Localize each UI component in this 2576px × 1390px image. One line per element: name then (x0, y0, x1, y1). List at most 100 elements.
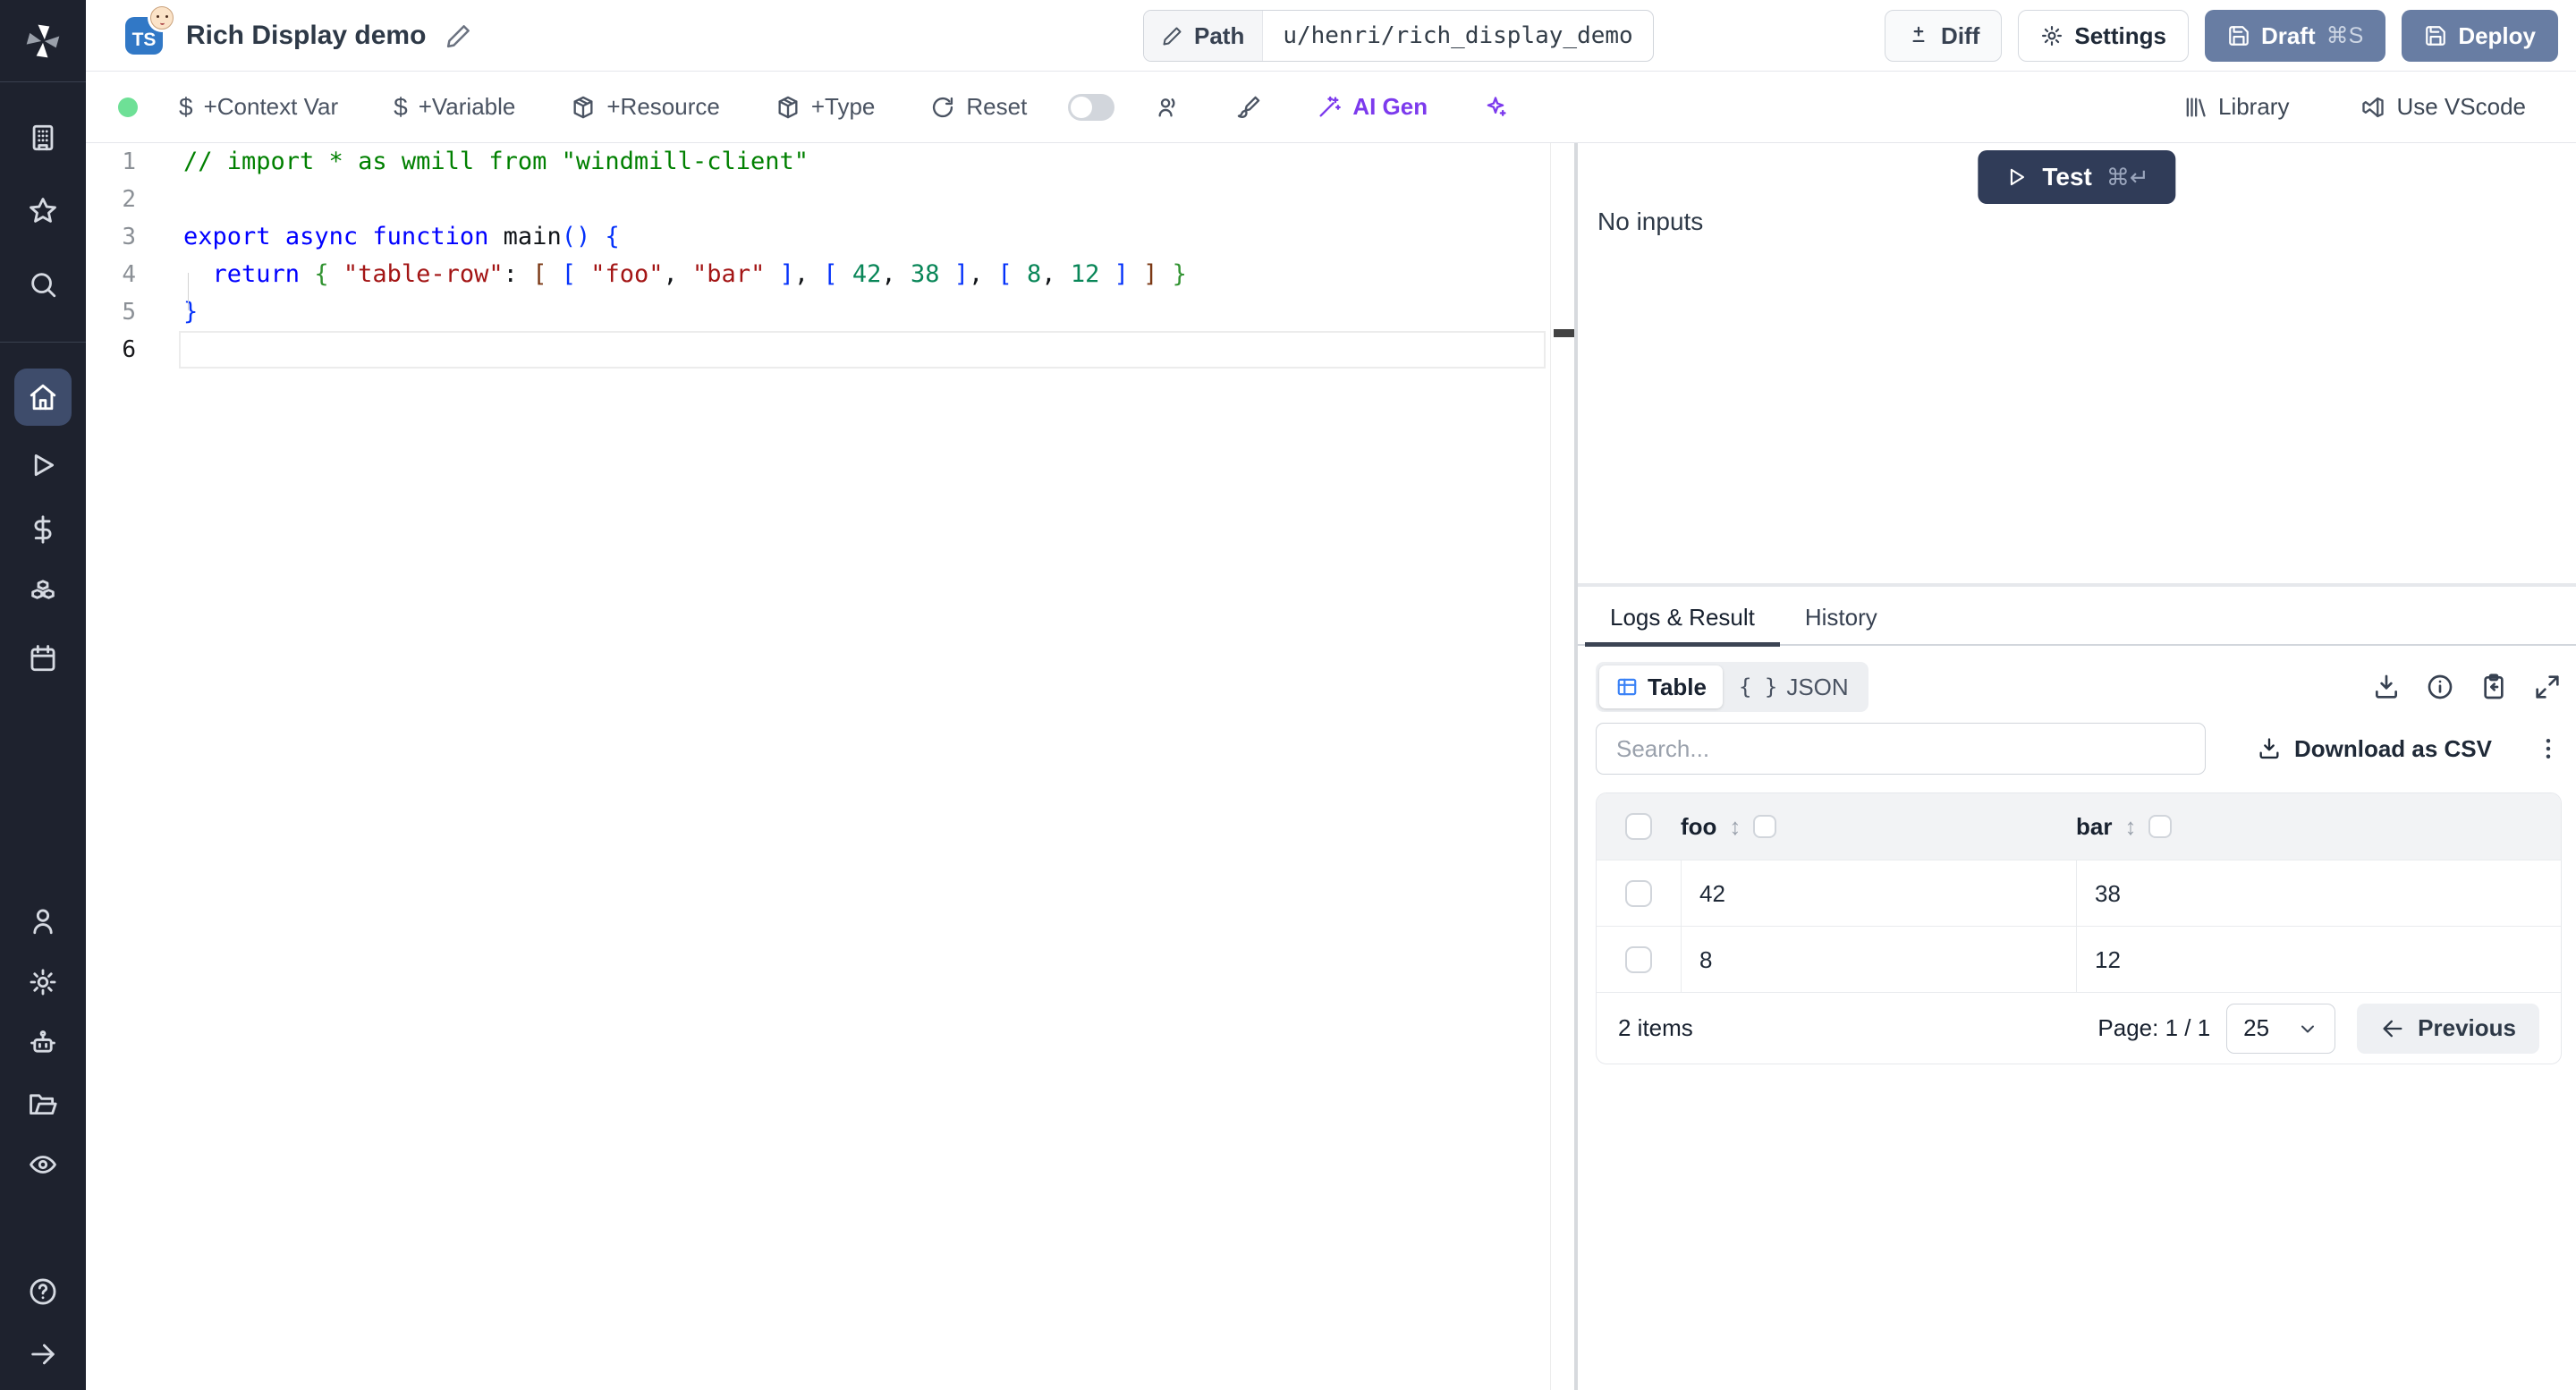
editor-toolbar: $ +Context Var $ +Variable +Resource +Ty… (86, 72, 2576, 143)
table-row: 42 38 (1597, 860, 2561, 927)
draft-shortcut: ⌘S (2326, 23, 2364, 48)
tab-history[interactable]: History (1780, 589, 1902, 645)
result-controls: Table { } JSON (1596, 660, 2562, 714)
row-select-cell[interactable] (1597, 927, 1681, 993)
line-number: 5 (122, 299, 136, 326)
library-button[interactable]: Library (2168, 93, 2303, 121)
sidebar-item-runs[interactable] (23, 445, 63, 485)
table-footer: 2 items Page: 1 / 1 25 Previous (1597, 992, 2561, 1064)
preview-panel: Test ⌘↵ No inputs Logs & Result History … (1578, 143, 2576, 1390)
result-table: foo ↕ bar ↕ 42 38 8 12 2 items Page: 1 / 1 … (1596, 792, 2562, 1064)
search-input[interactable] (1596, 723, 2206, 775)
multiplayer-toggle[interactable] (1068, 93, 1115, 121)
download-icon[interactable] (2372, 673, 2401, 701)
path-value: u/henri/rich_display_demo (1283, 22, 1633, 49)
add-type-button[interactable]: +Type (761, 93, 890, 121)
sidebar-item-variables[interactable] (23, 510, 63, 549)
expand-icon[interactable] (2533, 673, 2562, 701)
table-header: foo ↕ bar ↕ (1597, 793, 2561, 860)
sidebar-item-users[interactable] (23, 902, 63, 941)
overview-ruler-cursor-mark (1554, 329, 1574, 337)
sidebar-item-home[interactable] (14, 369, 72, 426)
line-number: 2 (122, 186, 136, 213)
arrow-left-icon (2383, 1020, 2402, 1037)
add-variable-button[interactable]: $ +Variable (379, 93, 530, 122)
table-cell: 42 (1681, 860, 2076, 927)
page-title: Rich Display demo (186, 20, 427, 50)
multiplayer-icon[interactable] (1141, 95, 1195, 120)
row-checkbox[interactable] (1625, 946, 1652, 973)
sort-icon[interactable]: ↕ (1729, 813, 1741, 841)
table-cell: 12 (2076, 927, 2561, 993)
download-csv-button[interactable]: Download as CSV (2257, 735, 2492, 763)
use-vscode-button[interactable]: Use VScode (2346, 93, 2540, 121)
sort-icon[interactable]: ↕ (2124, 813, 2136, 841)
sidebar-item-workspace[interactable] (23, 118, 63, 157)
row-select-cell[interactable] (1597, 860, 1681, 927)
view-toggle-json[interactable]: { } JSON (1723, 665, 1865, 708)
table-cell: 8 (1681, 927, 2076, 993)
format-brush-icon[interactable] (1222, 95, 1275, 120)
kebab-menu-icon[interactable] (2535, 735, 2562, 762)
table-body: 42 38 8 12 (1597, 860, 2561, 993)
overview-ruler (1550, 143, 1551, 1390)
column-checkbox[interactable] (1753, 815, 1777, 838)
settings-button[interactable]: Settings (2018, 10, 2189, 62)
sidebar-divider (0, 342, 86, 343)
line-number: 3 (122, 224, 136, 250)
view-toggle: Table { } JSON (1596, 662, 1868, 712)
pencil-icon (1163, 27, 1182, 46)
tab-logs-result[interactable]: Logs & Result (1585, 589, 1780, 647)
code-line[interactable]: return { "table-row": [ [ "foo", "bar" ]… (183, 256, 1187, 293)
sidebar-expand-icon[interactable] (23, 1335, 63, 1374)
play-icon (2010, 168, 2025, 186)
clipboard-copy-icon[interactable] (2479, 673, 2508, 701)
reset-button[interactable]: Reset (916, 93, 1041, 121)
column-checkbox[interactable] (2148, 815, 2173, 838)
edit-summary-pencil-icon[interactable] (445, 22, 472, 49)
info-icon[interactable] (2426, 673, 2454, 701)
ai-gen-button[interactable]: AI Gen (1302, 93, 1442, 121)
windmill-logo-icon[interactable] (0, 0, 86, 82)
code-editor[interactable]: 1 2 3 4 5 6 // import * as wmill from "windmi… (86, 143, 1574, 1390)
typescript-badge: TS (125, 5, 174, 55)
code-line[interactable]: } (183, 293, 198, 331)
code-line[interactable]: export async function main() { (183, 218, 620, 256)
sidebar-item-audit-logs[interactable] (23, 1145, 63, 1184)
sidebar-item-help[interactable] (23, 1272, 63, 1311)
status-dot (118, 97, 138, 117)
select-all-checkbox[interactable] (1625, 813, 1652, 840)
sidebar-item-schedules[interactable] (23, 639, 63, 678)
sidebar-item-resources[interactable] (23, 574, 63, 614)
windmill-script-editor: TS Rich Display demo Path u/henri/rich_d… (0, 0, 2576, 1390)
test-button[interactable]: Test ⌘↵ (1978, 150, 2176, 204)
column-header-bar[interactable]: bar ↕ (2076, 813, 2561, 841)
previous-page-button[interactable]: Previous (2357, 1003, 2539, 1054)
sidebar-item-workers[interactable] (23, 1023, 63, 1063)
braces-icon: { } (1738, 674, 1778, 699)
path-button[interactable]: Path u/henri/rich_display_demo (1143, 10, 1654, 62)
draft-button[interactable]: Draft ⌘S (2204, 10, 2386, 62)
toolbar-right: Library Use VScode (2168, 93, 2540, 121)
table-search-row: Download as CSV (1596, 723, 2562, 775)
test-shortcut: ⌘↵ (2106, 163, 2149, 191)
page-size-select[interactable]: 25 (2226, 1003, 2336, 1054)
sidebar-item-search[interactable] (23, 265, 63, 304)
horizontal-splitter[interactable] (1578, 583, 2576, 587)
no-inputs-label: No inputs (1597, 208, 1704, 235)
view-toggle-table[interactable]: Table (1599, 665, 1723, 708)
sparkles-icon[interactable] (1469, 95, 1522, 120)
select-all-cell[interactable] (1597, 813, 1681, 840)
diff-button[interactable]: Diff (1885, 10, 2003, 62)
code-line[interactable]: // import * as wmill from "windmill-clie… (183, 143, 809, 181)
sidebar-item-folders[interactable] (23, 1084, 63, 1123)
sidebar-item-settings[interactable] (23, 962, 63, 1002)
current-line-highlight (179, 331, 1546, 369)
row-checkbox[interactable] (1625, 880, 1652, 907)
column-header-foo[interactable]: foo ↕ (1681, 813, 2076, 841)
baby-emoji-icon (150, 5, 174, 30)
add-context-var-button[interactable]: $ +Context Var (165, 93, 352, 122)
sidebar-item-favorites[interactable] (23, 191, 63, 231)
add-resource-button[interactable]: +Resource (556, 93, 733, 121)
deploy-button[interactable]: Deploy (2402, 10, 2558, 62)
